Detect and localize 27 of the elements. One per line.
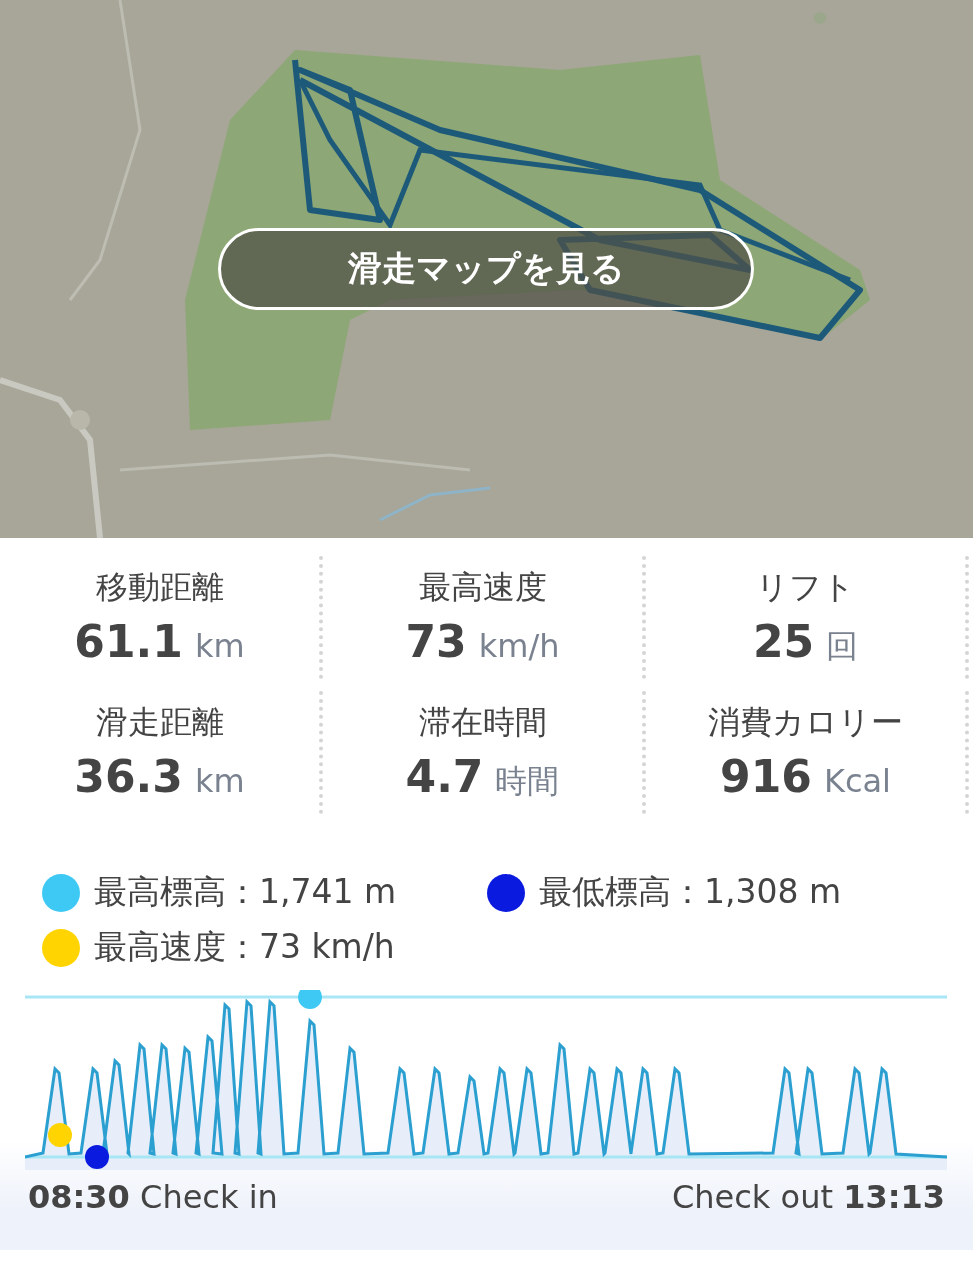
view-map-button[interactable]: 滑走マップを見る xyxy=(218,228,754,310)
check-out-time: Check out 13:13 xyxy=(671,1178,945,1216)
stat-value: 73 xyxy=(405,616,467,667)
stat-value: 36.3 xyxy=(74,751,183,802)
stat-label: 移動距離 xyxy=(95,567,224,608)
stat-unit: km xyxy=(194,762,245,800)
chart-marker xyxy=(48,1123,72,1147)
stat-label: 消費カロリー xyxy=(708,702,903,743)
stat-unit: 回 xyxy=(826,626,859,667)
stat-label: 最高速度 xyxy=(418,567,547,608)
stat-value: 4.7 xyxy=(405,751,484,802)
chart-marker xyxy=(85,1145,109,1169)
stat-unit: km xyxy=(194,627,245,665)
stat-label: 滞在時間 xyxy=(418,702,547,743)
stat-value: 61.1 xyxy=(74,616,183,667)
stat-label: 滑走距離 xyxy=(95,702,224,743)
legend-label: 最低標高：1,308 m xyxy=(539,871,842,913)
legend-label: 最高標高：1,741 m xyxy=(94,871,397,913)
stat-value: 25 xyxy=(752,616,815,667)
stat-label: リフト xyxy=(756,567,855,608)
legend-label: 最高速度：73 km/h xyxy=(94,926,395,968)
check-in-time: 08:30 Check in xyxy=(28,1178,278,1216)
stat-unit: km/h xyxy=(478,627,560,665)
stat-unit: 時間 xyxy=(495,761,560,802)
stat-value: 916 xyxy=(720,751,812,802)
stat-unit: Kcal xyxy=(823,762,891,800)
chart-marker xyxy=(298,990,322,1009)
